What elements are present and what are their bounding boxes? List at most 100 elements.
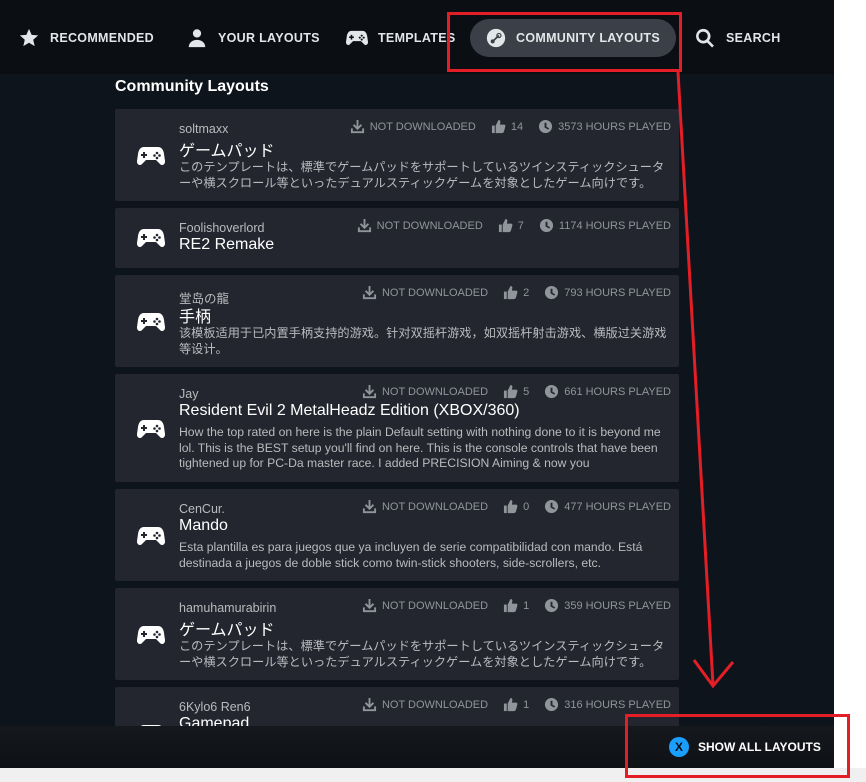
thumbs-up-icon <box>504 598 518 613</box>
layout-card[interactable]: soltmaxx ゲームパッド このテンプレートは、標準でゲームパッドをサポート… <box>115 109 679 201</box>
layout-author: Foolishoverlord <box>179 221 265 235</box>
gamepad-icon <box>136 227 166 249</box>
download-status: NOT DOWNLOADED <box>376 219 483 232</box>
layout-author: 6Kylo6 Ren6 <box>179 700 251 714</box>
layout-author: Jay <box>179 387 199 401</box>
layout-author: soltmaxx <box>179 122 229 136</box>
download-icon <box>362 499 376 514</box>
download-status: NOT DOWNLOADED <box>369 120 476 133</box>
download-icon <box>362 384 376 399</box>
clock-icon <box>545 384 559 399</box>
like-count: 1 <box>523 599 530 612</box>
gamepad-icon <box>346 30 368 46</box>
like-count: 1 <box>523 698 530 711</box>
top-navigation: RECOMMENDED YOUR LAYOUTS TEMPLATES COMMU… <box>0 0 834 74</box>
layout-description: Esta plantilla es para juegos que ya inc… <box>179 540 643 570</box>
clock-icon <box>545 697 559 712</box>
thumbs-up-icon <box>504 384 518 399</box>
layout-meta: NOT DOWNLOADED 5 661 HOURS PLAYED <box>347 384 671 399</box>
layout-title: ゲームパッド <box>179 622 275 639</box>
download-status: NOT DOWNLOADED <box>381 500 489 513</box>
hours-played: 3573 HOURS PLAYED <box>558 120 671 133</box>
layout-description: このテンプレートは、標準でゲームパッドをサポートしているツインスティックシュータ… <box>179 639 665 669</box>
thumbs-up-icon <box>504 697 518 712</box>
tab-community-layouts-label: COMMUNITY LAYOUTS <box>516 31 660 45</box>
layout-title: 手柄 <box>179 309 212 326</box>
download-icon <box>362 697 376 712</box>
gamepad-icon <box>136 624 166 646</box>
gamepad-icon <box>136 418 166 440</box>
layout-title: RE2 Remake <box>179 236 275 253</box>
controller-layouts-app: RECOMMENDED YOUR LAYOUTS TEMPLATES COMMU… <box>0 0 834 782</box>
window-edge-bottom <box>0 768 866 782</box>
download-status: NOT DOWNLOADED <box>381 599 489 612</box>
download-icon <box>357 218 371 233</box>
steam-icon <box>486 28 506 48</box>
layout-title: Mando <box>179 517 228 534</box>
hours-played: 661 HOURS PLAYED <box>564 385 671 398</box>
gamepad-icon <box>136 525 166 547</box>
layout-title: ゲームパッド <box>179 143 275 160</box>
layout-description: 该模板适用于已内置手柄支持的游戏。针对双摇杆游戏，如双摇杆射击游戏、横版过关游戏… <box>179 326 667 356</box>
download-status: NOT DOWNLOADED <box>381 385 489 398</box>
show-all-layouts-button[interactable]: X SHOW ALL LAYOUTS <box>669 737 821 757</box>
hours-played: 477 HOURS PLAYED <box>564 500 671 513</box>
tab-templates[interactable]: TEMPLATES <box>346 19 455 57</box>
show-all-layouts-label: SHOW ALL LAYOUTS <box>698 740 821 754</box>
gamepad-icon <box>136 145 166 167</box>
clock-icon <box>545 285 559 300</box>
tab-your-layouts[interactable]: YOUR LAYOUTS <box>186 19 320 57</box>
tab-your-layouts-label: YOUR LAYOUTS <box>218 31 320 45</box>
layout-meta: NOT DOWNLOADED 14 3573 HOURS PLAYED <box>335 119 671 134</box>
hours-played: 793 HOURS PLAYED <box>564 286 671 299</box>
layout-meta: NOT DOWNLOADED 7 1174 HOURS PLAYED <box>342 218 671 233</box>
like-count: 5 <box>523 385 530 398</box>
layout-meta: NOT DOWNLOADED 1 316 HOURS PLAYED <box>347 697 671 712</box>
hours-played: 316 HOURS PLAYED <box>564 698 671 711</box>
thumbs-up-icon <box>498 218 513 233</box>
hours-played: 359 HOURS PLAYED <box>564 599 671 612</box>
clock-icon <box>539 218 553 233</box>
layout-description: このテンプレートは、標準でゲームパッドをサポートしているツインスティックシュータ… <box>179 160 665 190</box>
tab-recommended[interactable]: RECOMMENDED <box>18 19 154 57</box>
star-icon <box>19 28 39 47</box>
clock-icon <box>539 119 553 134</box>
layout-card[interactable]: CenCur. Mando Esta plantilla es para jue… <box>115 489 679 581</box>
thumbs-up-icon <box>504 285 518 300</box>
clock-icon <box>545 598 559 613</box>
download-icon <box>362 285 376 300</box>
layout-author: hamuhamurabirin <box>179 601 277 615</box>
layout-meta: NOT DOWNLOADED 2 793 HOURS PLAYED <box>347 285 671 300</box>
layout-card[interactable]: 堂岛の龍 手柄 该模板适用于已内置手柄支持的游戏。针对双摇杆游戏，如双摇杆射击游… <box>115 275 679 367</box>
section-title: Community Layouts <box>115 78 269 95</box>
layout-author: CenCur. <box>179 502 225 516</box>
thumbs-up-icon <box>504 499 518 514</box>
layout-description: How the top rated on here is the plain D… <box>179 425 661 470</box>
tab-search-label: SEARCH <box>726 31 781 45</box>
gamepad-icon <box>136 311 166 333</box>
layout-card[interactable]: Jay Resident Evil 2 MetalHeadz Edition (… <box>115 374 679 482</box>
download-status: NOT DOWNLOADED <box>381 286 489 299</box>
layout-card[interactable]: hamuhamurabirin ゲームパッド このテンプレートは、標準でゲームパ… <box>115 588 679 680</box>
tab-community-layouts[interactable]: COMMUNITY LAYOUTS <box>470 19 676 57</box>
thumbs-up-icon <box>491 119 506 134</box>
tab-recommended-label: RECOMMENDED <box>50 31 154 45</box>
layout-card[interactable]: Foolishoverlord RE2 Remake NOT DOWNLOADE… <box>115 208 679 268</box>
like-count: 7 <box>517 219 524 232</box>
tab-templates-label: TEMPLATES <box>378 31 456 45</box>
like-count: 2 <box>523 286 530 299</box>
download-icon <box>350 119 364 134</box>
x-button-icon: X <box>669 737 689 757</box>
download-icon <box>362 598 376 613</box>
search-icon <box>696 28 714 48</box>
layout-meta: NOT DOWNLOADED 0 477 HOURS PLAYED <box>347 499 671 514</box>
like-count: 14 <box>510 120 524 133</box>
hours-played: 1174 HOURS PLAYED <box>558 219 671 232</box>
tab-search[interactable]: SEARCH <box>694 19 781 57</box>
layout-meta: NOT DOWNLOADED 1 359 HOURS PLAYED <box>347 598 671 613</box>
download-status: NOT DOWNLOADED <box>381 698 489 711</box>
window-edge <box>834 0 866 782</box>
like-count: 0 <box>523 500 530 513</box>
clock-icon <box>545 499 559 514</box>
layout-title: Resident Evil 2 MetalHeadz Edition (XBOX… <box>179 402 520 419</box>
